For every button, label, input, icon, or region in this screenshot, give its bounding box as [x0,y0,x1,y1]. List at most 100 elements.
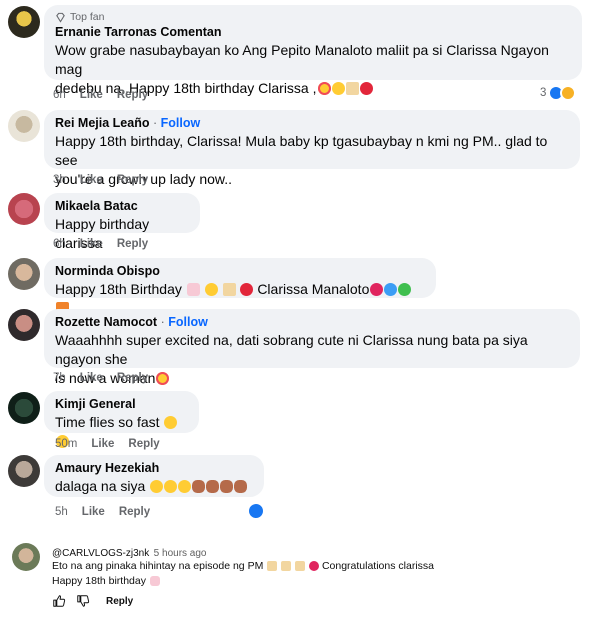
reply-button[interactable]: Reply [128,437,159,451]
reply-button[interactable]: Reply [117,237,148,251]
clapping-hands-emoji-icon [206,480,220,493]
like-reaction-icon[interactable] [247,502,265,520]
comment-text-line: Happy 18th birthday, Clarissa! Mula baby… [55,133,548,168]
avatar[interactable] [8,455,40,487]
party-popper-emoji-icon [267,561,278,571]
partying-face-emoji-icon [331,82,345,95]
comment-bubble: Rozette Namocot · Follow Waaahhhh super … [44,309,580,386]
clapping-hands-emoji-icon [220,480,234,493]
clapping-hands-emoji-icon [192,480,206,493]
comment-time[interactable]: 3h [53,173,66,187]
comment-text: Clarissa Manaloto [257,281,370,297]
reply-button[interactable]: Reply [106,596,133,607]
partying-face-emoji-icon [204,283,218,296]
comment-bubble: Mikaela Batac Happy birthday clarissa [44,193,200,251]
commenter-name[interactable]: Amaury Hezekiah [55,460,253,477]
party-popper-emoji-icon [345,82,359,95]
like-button[interactable]: Like [80,371,103,385]
comment-actions: 5h Like Reply [55,505,150,519]
avatar[interactable] [8,110,40,142]
follow-button[interactable]: Follow [161,116,201,130]
comment-text-line: dalaga na siya [55,477,253,496]
avatar[interactable] [8,309,40,341]
comment-text: Eto na ang pinaka hihintay na episode ng… [52,560,264,572]
like-button[interactable]: Like [80,88,103,102]
comment-text-line: Waaahhhh super excited na, dati sobrang … [55,332,528,367]
reply-button[interactable]: Reply [117,371,148,385]
comment-bubble: Kimji General Time flies so fast [44,391,199,448]
thumbs-up-icon[interactable] [52,594,66,608]
party-popper-emoji-icon [281,561,292,571]
smiling-hearts-emoji-icon [317,82,331,95]
party-popper-emoji-icon [222,283,236,296]
pleading-face-emoji-icon [178,480,192,493]
commenter-name-row: Rozette Namocot · Follow [55,315,208,329]
comment-text: Congratulations clarissa [321,560,434,572]
avatar[interactable] [8,392,40,424]
avatar[interactable] [8,6,40,38]
blue-heart-emoji-icon [384,283,398,296]
youtube-comment-line: Eto na ang pinaka hihintay na episode ng… [52,559,434,574]
comment-text: dalaga na siya [55,478,146,494]
comment-text-line: Wow grabe nasubaybayan ko Ang Pepito Man… [55,42,549,77]
comment-time[interactable]: 5 hours ago [154,548,207,559]
avatar[interactable] [8,258,40,290]
comment-time[interactable]: 6h [53,88,66,102]
reply-button[interactable]: Reply [117,173,148,187]
follow-button[interactable]: Follow [168,315,208,329]
commenter-name[interactable]: Kimji General [55,396,188,413]
party-popper-emoji-icon [295,561,306,571]
reply-button[interactable]: Reply [117,88,148,102]
commenter-name[interactable]: Ernanie Tarronas Comentan [55,24,571,41]
red-heart-emoji-icon [309,561,320,571]
comment-bubble: Norminda Obispo Happy 18th Birthday Clar… [44,258,436,315]
comment-bubble: Rei Mejia Leaño · Follow Happy 18th birt… [44,110,580,187]
comment-actions: 6h Like Reply [53,237,148,251]
comment-bubble: Top fan Ernanie Tarronas Comentan Wow gr… [44,5,582,96]
youtube-comment-actions: Reply [52,594,133,608]
commenter-name[interactable]: Norminda Obispo [55,263,425,280]
comment-actions: 6h Like Reply [53,88,148,102]
like-button[interactable]: Like [91,437,114,451]
balloon-emoji-icon [240,283,254,296]
comment-text: Happy 18th Birthday [55,281,182,297]
red-heart-emoji-icon [370,283,384,296]
avatar[interactable] [8,193,40,225]
commenter-name[interactable]: Rei Mejia Leaño [55,116,149,130]
birthday-cake-emoji-icon [186,283,200,296]
reaction-summary[interactable]: 3 [540,85,577,101]
comment-actions: 7h Like Reply [53,371,148,385]
comment-time[interactable]: 6h [53,237,66,251]
commenter-name[interactable]: Mikaela Batac [55,198,189,215]
comment-actions: 3h Like Reply [53,173,148,187]
smiling-hearts-emoji-icon [156,372,170,385]
green-heart-emoji-icon [398,283,412,296]
crying-face-emoji-icon [164,416,178,429]
pleading-face-emoji-icon [164,480,178,493]
youtube-comment-line: Happy 18th birthday [52,574,160,589]
top-fan-label: Top fan [70,11,105,23]
diamond-icon [56,12,65,23]
like-button[interactable]: Like [80,237,103,251]
comment-text: Happy 18th birthday [52,575,146,587]
thumbs-down-icon[interactable] [76,594,90,608]
birthday-cake-emoji-icon [149,576,160,586]
haha-reaction-icon [560,85,577,101]
comment-text: Time flies so fast [55,414,160,430]
channel-handle[interactable]: @CARLVLOGS-zj3nk [52,548,149,559]
commenter-name[interactable]: Rozette Namocot [55,315,157,329]
balloon-emoji-icon [359,82,373,95]
comment-bubble: Amaury Hezekiah dalaga na siya [44,455,264,497]
avatar[interactable] [12,543,40,571]
comment-time[interactable]: 5h [55,505,68,519]
like-button[interactable]: Like [80,173,103,187]
pleading-face-emoji-icon [150,480,164,493]
reply-button[interactable]: Reply [119,505,150,519]
like-button[interactable]: Like [82,505,105,519]
comment-time[interactable]: 7h [53,371,66,385]
comment-time[interactable]: 50m [55,437,77,451]
comment-actions: 50m Like Reply [55,437,160,451]
clapping-hands-emoji-icon [234,480,248,493]
reaction-count: 3 [540,87,547,99]
commenter-name-row: Rei Mejia Leaño · Follow [55,116,201,130]
